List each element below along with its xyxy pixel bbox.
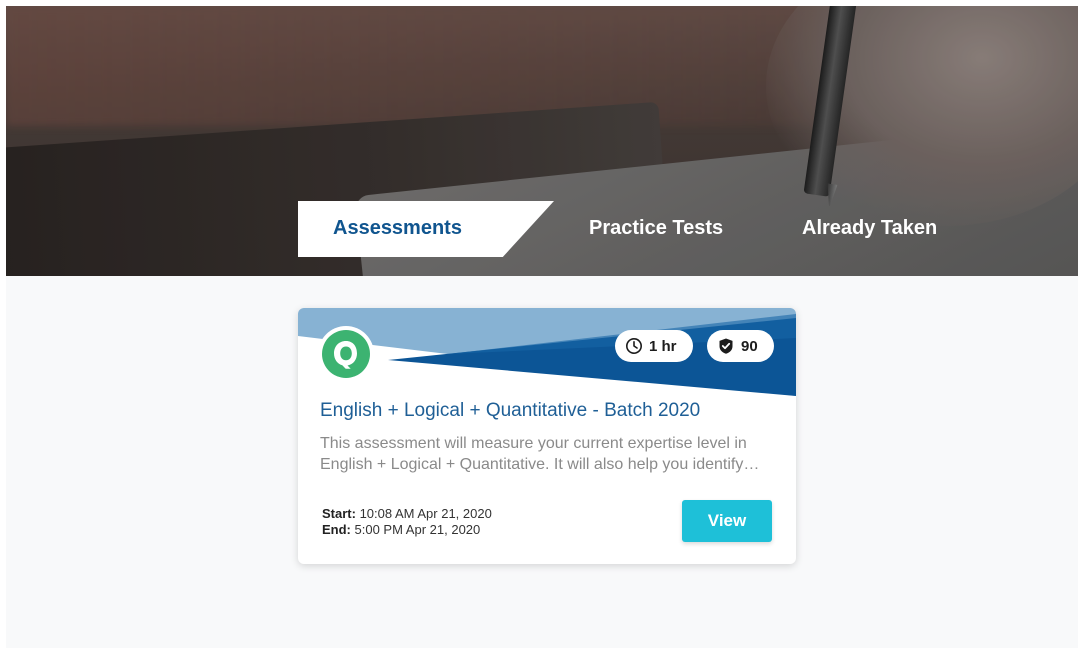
q-logo-icon <box>318 326 374 382</box>
assessment-card: 1 hr 90 English + Logical + Quantitative… <box>298 308 796 564</box>
tab-already-taken-label: Already Taken <box>802 217 938 239</box>
start-date-value: 10:08 AM Apr 21, 2020 <box>359 506 492 521</box>
view-button[interactable]: View <box>682 500 772 542</box>
end-date-value: 5:00 PM Apr 21, 2020 <box>354 522 481 537</box>
assessment-description: This assessment will measure your curren… <box>320 435 747 473</box>
start-date-label: Start: <box>322 506 360 521</box>
tab-already-taken[interactable]: Already Taken <box>802 201 972 257</box>
assessment-dates: Start: 10:08 AM Apr 21, 2020 End: 5:00 P… <box>322 506 492 538</box>
start-date-row: Start: 10:08 AM Apr 21, 2020 <box>322 506 492 522</box>
tab-practice-tests-label: Practice Tests <box>589 217 724 239</box>
duration-badge-label: 1 hr <box>649 337 677 355</box>
score-badge: 90 <box>707 330 774 362</box>
end-date-label: End: <box>322 522 355 537</box>
score-badge-label: 90 <box>741 337 758 355</box>
shield-check-icon <box>719 338 733 354</box>
q-letter-icon <box>334 341 357 369</box>
tab-practice-tests[interactable]: Practice Tests <box>589 201 749 257</box>
assessment-title[interactable]: English + Logical + Quantitative - Batch… <box>320 400 700 422</box>
duration-badge: 1 hr <box>615 330 693 362</box>
end-date-row: End: 5:00 PM Apr 21, 2020 <box>322 522 492 538</box>
tab-assessments-label: Assessments <box>333 217 462 239</box>
page-frame: Assessments Practice Tests Already Taken <box>6 6 1078 648</box>
clock-icon <box>626 338 642 354</box>
